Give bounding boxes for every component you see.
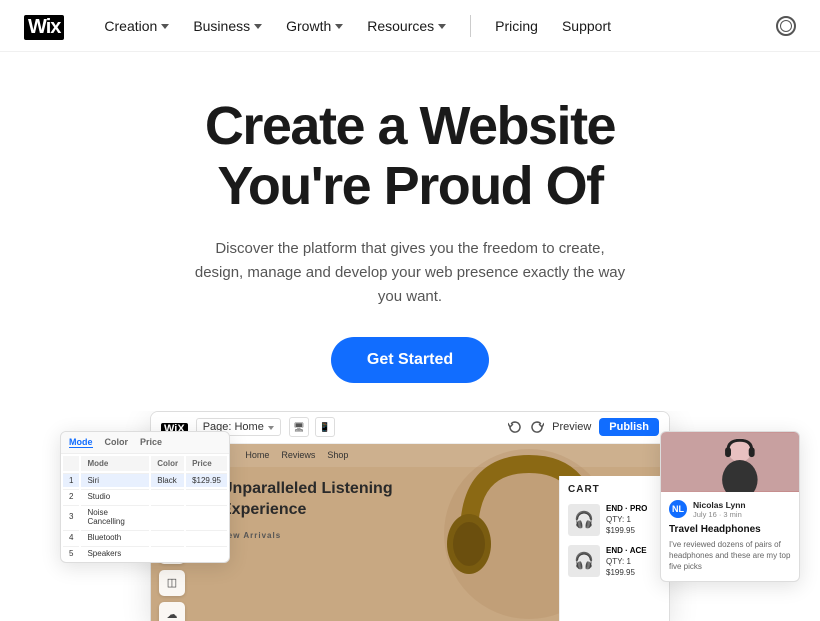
nav-item-pricing[interactable]: Pricing (483, 12, 550, 40)
cart-item-2: 🎧 END · ACE QTY: 1 $199.95 (568, 545, 661, 579)
author-name: Nicolas Lynn (693, 500, 746, 510)
col-color: Color (151, 456, 184, 471)
cart-item-image-2: 🎧 (568, 545, 600, 577)
hero-section: Create a Website You're Proud Of Discove… (0, 52, 820, 411)
chevron-down-icon (254, 24, 262, 29)
col-price: Price (186, 456, 227, 471)
wix-logo[interactable]: Wix (24, 13, 64, 39)
nav-item-creation[interactable]: Creation (92, 12, 181, 40)
product-panel: Mode Color Price Mode Color Price 1SiriB… (60, 431, 230, 563)
chevron-down-icon (161, 24, 169, 29)
author-avatar: NL (669, 500, 687, 518)
panel-tab-color[interactable]: Color (105, 437, 129, 448)
redo-icon[interactable] (530, 420, 544, 434)
product-table: Mode Color Price 1SiriBlack$129.95 2Studi… (61, 454, 229, 562)
author-info: Nicolas Lynn July 16 · 3 min (693, 500, 746, 519)
editor-topbar-right: Preview Publish (508, 418, 659, 436)
cart-panel: CART 🎧 END · PRO QTY: 1 $199.95 🎧 END · … (559, 476, 669, 621)
panel-tab-mode[interactable]: Mode (69, 437, 93, 448)
blog-post-image (661, 432, 799, 492)
nav-item-business[interactable]: Business (181, 12, 274, 40)
editor-icons: 🖥 📱 (289, 417, 335, 437)
site-nav-reviews: Reviews (281, 450, 315, 460)
get-started-button[interactable]: Get Started (331, 337, 489, 383)
col-id (63, 456, 79, 471)
table-row[interactable]: 3Noise Cancelling (63, 505, 227, 528)
globe-icon[interactable] (776, 16, 796, 36)
blog-post-text: I've reviewed dozens of pairs of headpho… (669, 539, 791, 573)
site-nav-shop: Shop (327, 450, 348, 460)
nav-item-resources[interactable]: Resources (355, 12, 458, 40)
undo-icon[interactable] (508, 420, 522, 434)
nav-right (776, 16, 796, 36)
hero-title: Create a Website You're Proud Of (20, 96, 800, 217)
blog-post-panel: NL Nicolas Lynn July 16 · 3 min Travel H… (660, 431, 800, 582)
cart-item-info-1: END · PRO QTY: 1 $199.95 (606, 503, 647, 537)
nav-item-support[interactable]: Support (550, 12, 623, 40)
nav-items: Creation Business Growth Resources Prici… (92, 12, 776, 40)
table-row[interactable]: 5Speakers (63, 546, 227, 560)
post-date: July 16 · 3 min (693, 510, 746, 519)
cart-item-info-2: END · ACE QTY: 1 $199.95 (606, 545, 647, 579)
col-mode: Mode (81, 456, 149, 471)
chevron-down-icon (268, 426, 274, 430)
site-nav-links: Home Reviews Shop (245, 450, 348, 460)
blog-post-heading: Travel Headphones (669, 523, 791, 536)
panel-tab-price[interactable]: Price (140, 437, 162, 448)
chevron-down-icon (335, 24, 343, 29)
chevron-down-icon (438, 24, 446, 29)
cart-item-image-1: 🎧 (568, 504, 600, 536)
hero-subtitle: Discover the platform that gives you the… (190, 237, 630, 309)
cart-item-1: 🎧 END · PRO QTY: 1 $199.95 (568, 503, 661, 537)
desktop-icon[interactable]: 🖥 (289, 417, 309, 437)
table-row[interactable]: 4Bluetooth (63, 530, 227, 544)
site-nav-home: Home (245, 450, 269, 460)
blog-post-meta: NL Nicolas Lynn July 16 · 3 min (669, 500, 791, 519)
publish-button[interactable]: Publish (599, 418, 659, 436)
table-row[interactable]: 2Studio (63, 489, 227, 503)
mobile-icon[interactable]: 📱 (315, 417, 335, 437)
site-hero-heading: Unparalleled Listening Experience (221, 479, 421, 521)
preview-button[interactable]: Preview (552, 421, 591, 433)
nav-divider (470, 15, 471, 37)
person-image (661, 432, 799, 492)
nav-item-growth[interactable]: Growth (274, 12, 355, 40)
blog-post-content: NL Nicolas Lynn July 16 · 3 min Travel H… (661, 492, 799, 581)
preview-section: Mode Color Price Mode Color Price 1SiriB… (0, 411, 820, 621)
settings-icon[interactable]: ☁ (159, 602, 185, 621)
cart-title: CART (568, 484, 661, 495)
apps-icon[interactable]: ◫ (159, 570, 185, 596)
panel-header: Mode Color Price (61, 432, 229, 454)
main-nav: Wix Creation Business Growth Resources P… (0, 0, 820, 52)
table-row[interactable]: 1SiriBlack$129.95 (63, 473, 227, 487)
